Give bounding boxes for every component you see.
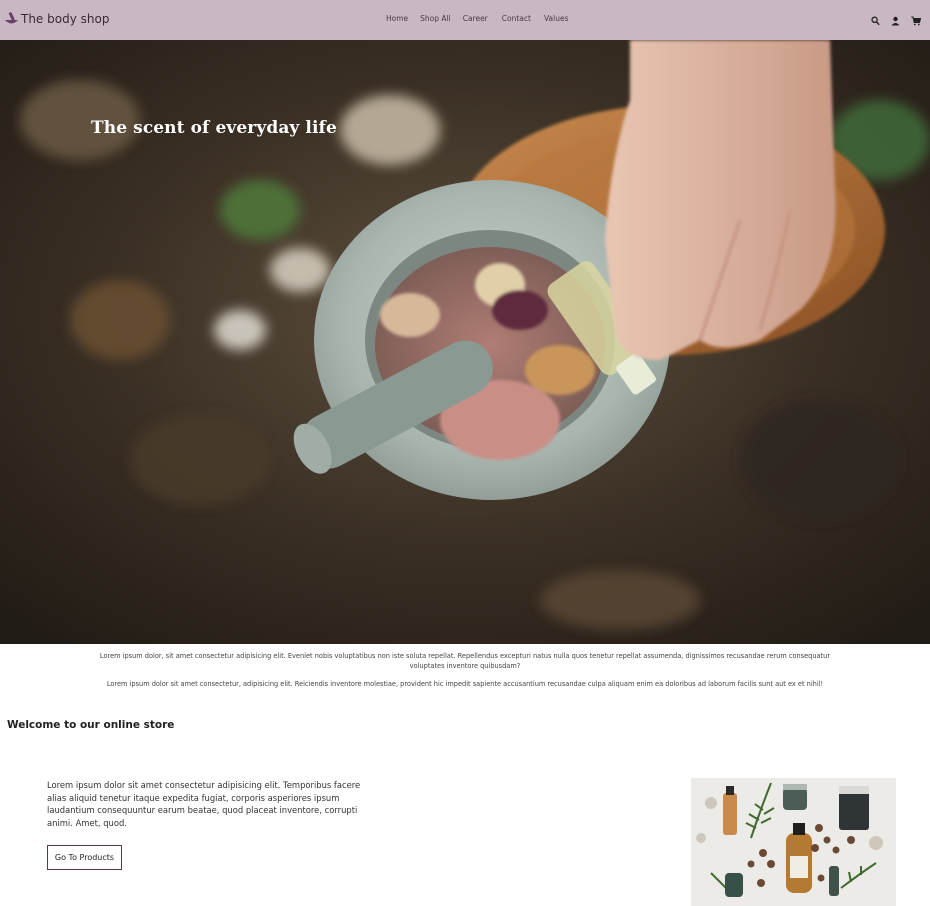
intro-paragraph: Lorem ipsum dolor, sit amet consectetur … bbox=[99, 652, 831, 670]
main-nav: Home Shop All Career Contact Values bbox=[386, 14, 568, 23]
welcome-heading: Welcome to our online store bbox=[7, 719, 175, 731]
brand-name: The body shop bbox=[21, 12, 110, 26]
top-navbar: The body shop Home Shop All Career Conta… bbox=[0, 0, 930, 40]
pestle-bowl-icon bbox=[4, 10, 19, 28]
user-icon[interactable] bbox=[891, 13, 900, 26]
nav-icons bbox=[871, 13, 922, 26]
go-to-products-button[interactable]: Go To Products bbox=[47, 845, 122, 870]
brand-link[interactable]: The body shop bbox=[4, 10, 109, 28]
nav-link-home[interactable]: Home bbox=[386, 14, 408, 23]
nav-link-shop-all[interactable]: Shop All bbox=[420, 14, 451, 23]
search-icon[interactable] bbox=[871, 13, 880, 26]
products-image bbox=[691, 778, 896, 906]
nav-link-values[interactable]: Values bbox=[544, 14, 569, 23]
cart-icon[interactable] bbox=[911, 13, 922, 26]
hero-banner: The scent of everyday life bbox=[0, 40, 930, 644]
intro-section: Lorem ipsum dolor, sit amet consectetur … bbox=[0, 652, 930, 690]
nav-link-career[interactable]: Career bbox=[463, 14, 488, 23]
nav-link-contact[interactable]: Contact bbox=[502, 14, 531, 23]
welcome-description: Lorem ipsum dolor sit amet consectetur a… bbox=[47, 780, 361, 829]
intro-paragraph: Lorem ipsum dolor sit amet consectetur, … bbox=[106, 680, 824, 688]
hero-title: The scent of everyday life bbox=[91, 118, 337, 138]
